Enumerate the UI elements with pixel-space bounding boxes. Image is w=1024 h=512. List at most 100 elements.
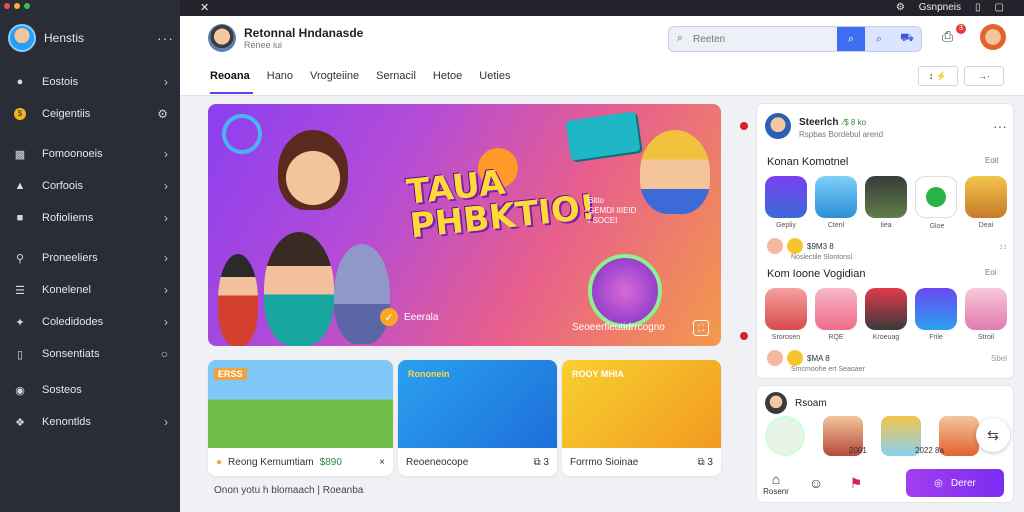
view-button[interactable]: →· <box>964 66 1004 86</box>
red-dot <box>740 332 748 340</box>
primary-button[interactable]: ◎ Derer <box>906 469 1004 497</box>
tab-1[interactable]: Hano <box>267 70 302 86</box>
content-card-2[interactable]: ROOY MHIA Forrmo Sioinae ⧉ 3 <box>562 360 721 476</box>
maximize-dot[interactable] <box>24 3 30 9</box>
card-tag: Rononein <box>408 369 450 379</box>
sidebar-item-9[interactable]: ◉ Sosteos <box>0 374 180 406</box>
nav-profile[interactable]: ☺ <box>796 475 836 491</box>
chevron-right-icon: › <box>164 415 168 429</box>
app-icon[interactable]: Kroeuag <box>865 288 907 341</box>
app-icon[interactable]: RQE <box>815 288 857 341</box>
content-card-1[interactable]: Rononein Reoeneocope ⧉ 3 <box>398 360 557 476</box>
app-label: Stroil <box>978 334 994 341</box>
sidebar: Henstis ··· ● Eostois › $ Ceigentiis ⚙ ▩ Fomo… <box>0 0 180 512</box>
app-icon[interactable]: Gepliy <box>765 176 807 229</box>
decor-swirl <box>214 106 270 162</box>
character-side-boy <box>218 254 258 346</box>
app-icon[interactable]: Srorosen <box>765 288 807 341</box>
hero-cta[interactable]: ✓ Eeerala <box>380 308 438 326</box>
sidebar-item-4[interactable]: ■ Rofioliems › <box>0 202 180 234</box>
expand-icon[interactable]: ⛶ <box>693 320 709 336</box>
app-icon[interactable]: Gloe <box>915 176 957 230</box>
sidebar-user[interactable]: Henstis ··· <box>8 24 174 52</box>
gear-icon[interactable]: ⚙ <box>896 2 905 13</box>
panel-user[interactable]: Steerlch ⁄$ 8 ko Rspbas Bordebul arend ·… <box>765 112 1007 139</box>
avatar[interactable] <box>208 24 236 52</box>
tab-0[interactable]: Reoana <box>210 70 259 94</box>
close-icon[interactable]: × <box>379 457 385 468</box>
content-card-0[interactable]: ERSS ● Reong Kemumtiam $890 × <box>208 360 393 476</box>
app-icon[interactable]: Stroil <box>965 288 1007 341</box>
decor-orb <box>588 254 662 328</box>
search-button[interactable]: ⌕ <box>837 27 865 51</box>
panel-user-sub: Rspbas Bordebul arend <box>799 130 884 139</box>
notification-bell-icon[interactable]: ⎙ 3 <box>942 24 966 46</box>
fab-button[interactable]: ⇆ <box>976 418 1010 452</box>
window-icon[interactable]: ▢ <box>995 2 1004 13</box>
app-label: Iiea <box>880 222 892 229</box>
title-bar: ✕ ⚙ Gsnpneis ▯ ▢ <box>180 0 1024 16</box>
sidebar-item-1[interactable]: $ Ceigentiis ⚙ <box>0 98 180 130</box>
sidebar-item-7[interactable]: ✦ Coledidodes › <box>0 306 180 338</box>
search-icon: ⌕ <box>677 32 684 44</box>
bottom-bar: ⌂ Rosenr ☺ ⚑ ◎ Derer <box>756 462 1014 504</box>
nav-home[interactable]: ⌂ Rosenr <box>756 471 796 496</box>
sidebar-item-5[interactable]: ⚲ Proneeliers › <box>0 242 180 274</box>
footer-note: Onon yotu h blomaach | Roeanba <box>214 485 364 496</box>
more-icon[interactable]: ··· <box>157 30 174 46</box>
panel2-title: Rsoam <box>795 397 827 409</box>
tab-3[interactable]: Sernacil <box>376 70 425 86</box>
avatar[interactable] <box>765 392 787 414</box>
close-dot[interactable] <box>4 3 10 9</box>
copy-icon[interactable]: ⧉ 3 <box>534 457 549 468</box>
sidebar-item-2[interactable]: ▩ Fomoonoeis › <box>0 138 180 170</box>
avatar[interactable] <box>8 24 36 52</box>
chat-icon: ◉ <box>15 384 25 397</box>
tab-5[interactable]: Ueties <box>479 70 519 86</box>
hero-banner[interactable]: TAUA PHBKTIO! Bitto GEMDI IIIEID I SOCEI … <box>208 104 721 346</box>
sidebar-item-3[interactable]: ▲ Corfoois › <box>0 170 180 202</box>
meta-sub: Noslectile Slontonsl <box>791 254 853 261</box>
avatar[interactable] <box>765 112 791 139</box>
filter-button[interactable]: ⌕ <box>865 27 893 51</box>
tools-icon: ✦ <box>15 316 25 329</box>
app-icon[interactable]: Deai <box>965 176 1007 229</box>
sidebar-item-label: Eostois <box>42 76 79 88</box>
thumb[interactable] <box>765 416 805 456</box>
copy-icon[interactable]: ⧉ 3 <box>698 457 713 468</box>
app-icon[interactable]: Iiea <box>865 176 907 229</box>
sidebar-item-6[interactable]: ☰ Konelenel › <box>0 274 180 306</box>
circle-icon: ○ <box>160 347 168 361</box>
sort-button[interactable]: ↕ ⚡ <box>918 66 958 86</box>
minimize-dot[interactable] <box>14 3 20 9</box>
check-icon: ✓ <box>380 308 398 326</box>
app-icon[interactable]: Ctenl <box>815 176 857 229</box>
close-icon[interactable]: ✕ <box>200 1 209 14</box>
sidebar-item-0[interactable]: ● Eostois › <box>0 66 180 98</box>
app-label: RQE <box>828 334 844 341</box>
app-row-2: Srorosen RQE Kroeuag Frile Stroil <box>765 288 1007 341</box>
sidebar-item-8[interactable]: ▯ Sonsentiats ○ <box>0 338 180 370</box>
app-icon[interactable]: Frile <box>915 288 957 341</box>
section-title-2: Kom Ioone Vogidian Eoi <box>767 268 1007 280</box>
right-panel: Steerlch ⁄$ 8 ko Rspbas Bordebul arend ·… <box>756 103 1014 379</box>
sidebar-item-10[interactable]: ❖ Kenontlds › <box>0 406 180 438</box>
card-image: ROOY MHIA <box>562 360 721 448</box>
chat-icon <box>926 187 946 207</box>
nav-flag[interactable]: ⚑ <box>836 475 876 492</box>
more-icon[interactable]: ··· <box>993 118 1007 134</box>
cart-button[interactable]: ⛟ <box>893 27 921 51</box>
meta-end: ↕↕ <box>999 241 1007 251</box>
section-title-1: Konan Komotnel Eoit <box>767 156 1007 168</box>
copy-icon[interactable]: ▯ <box>975 2 981 13</box>
app-window: Henstis ··· ● Eostois › $ Ceigentiis ⚙ ▩ Fomo… <box>0 0 1024 512</box>
tab-2[interactable]: Vrogteiine <box>310 70 368 86</box>
app-label: Srorosen <box>771 334 801 341</box>
search-input[interactable] <box>669 33 837 45</box>
chevron-right-icon: › <box>164 147 168 161</box>
tab-4[interactable]: Hetoe <box>433 70 471 86</box>
user-avatar[interactable] <box>980 24 1006 50</box>
thumb[interactable] <box>939 416 979 456</box>
title-bar-label[interactable]: Gsnpneis <box>919 2 961 13</box>
profile-header[interactable]: Retonnal Hndanasde Renee iui <box>208 24 363 52</box>
